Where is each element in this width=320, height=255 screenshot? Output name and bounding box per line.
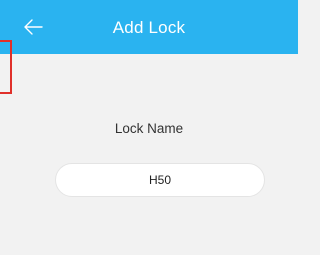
app-header: Add Lock	[0, 0, 298, 54]
highlight-marker	[0, 40, 12, 94]
lock-name-label: Lock Name	[114, 121, 184, 136]
page-title: Add Lock	[112, 18, 186, 37]
lock-name-input[interactable]	[55, 163, 265, 197]
